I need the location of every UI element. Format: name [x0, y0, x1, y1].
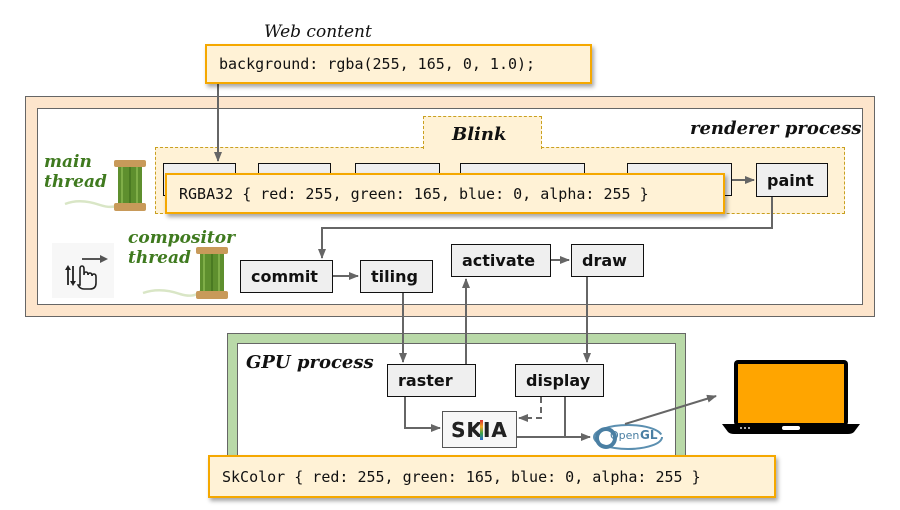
- css-code-box: background: rgba(255, 165, 0, 1.0);: [205, 44, 592, 84]
- arrow-opengl-to-laptop: [624, 394, 717, 425]
- arrow-display-to-skia-dashed: [518, 397, 542, 422]
- rgba32-code-box: RGBA32 { red: 255, green: 165, blue: 0, …: [165, 173, 725, 214]
- arrow-raster-to-skia: [404, 397, 441, 432]
- skcolor-code-box: SkColor { red: 255, green: 165, blue: 0,…: [208, 455, 776, 498]
- web-content-title: Web content: [264, 22, 372, 42]
